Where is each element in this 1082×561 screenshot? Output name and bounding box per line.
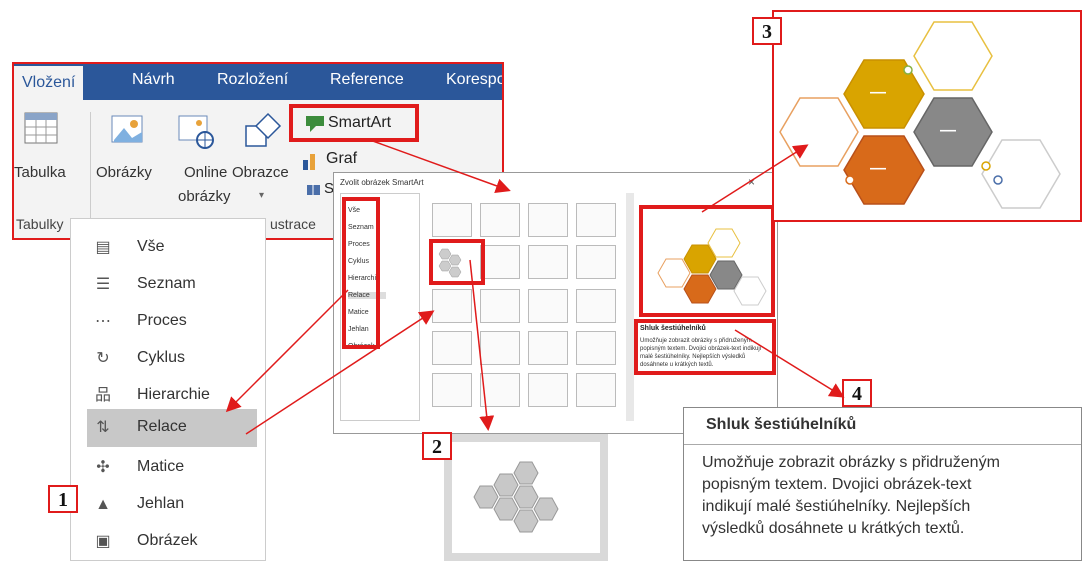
- annotation-arrows: [225, 139, 845, 435]
